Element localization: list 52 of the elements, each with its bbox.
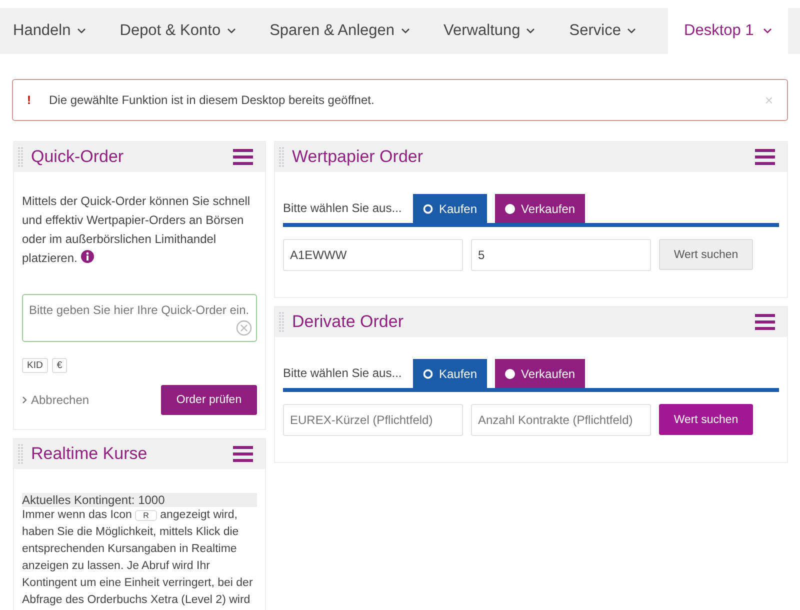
alert-message: Die gewählte Funktion ist in diesem Desktop bereits geöffnet. (49, 93, 376, 107)
info-icon[interactable] (80, 250, 94, 263)
chevron-icon (400, 28, 410, 34)
tag-label[interactable]: KID (22, 358, 48, 373)
order-type-tab[interactable]: Kaufen (413, 194, 488, 223)
radio-icon (423, 204, 433, 214)
search-button[interactable]: Wert suchen (659, 404, 753, 435)
menu-icon[interactable] (233, 149, 253, 165)
quota-text: Aktuelles Kontingent: 1000 (22, 493, 257, 507)
check-order-button[interactable]: Order prüfen (161, 385, 257, 415)
panel-title: Quick-Order (31, 147, 125, 167)
chevron-icon (626, 28, 636, 34)
info-text: Immer wenn das Icon R angezeigt wird, haben Sie die Möglichkeit, mittels Klick die entsprechenden Kursangaben in Realtime anzeigen zu lassen. Je Abruf wird Ihr Kontingent um eine Einheit verringert, bei der Abfrage des Orderbuchs Xetra (Level 2) wird (22, 508, 254, 608)
panel-title: Realtime Kurse (31, 444, 148, 464)
chevron-icon (226, 28, 236, 34)
input-field[interactable]: A1EWWW (283, 239, 463, 271)
nav-item[interactable]: Service (556, 8, 649, 54)
order-type-tab[interactable]: Verkaufen (495, 359, 586, 388)
cancel-link[interactable]: Abbrechen (22, 393, 90, 407)
order-type-tab[interactable]: Kaufen (413, 359, 488, 388)
nav-item[interactable]: Sparen & Anlegen (256, 8, 423, 54)
input-field[interactable]: 5 (471, 239, 651, 271)
chevron-icon (76, 28, 86, 34)
panel-title: Wertpapier Order (292, 147, 424, 167)
radio-icon (505, 204, 516, 214)
panel-title: Derivate Order (292, 312, 404, 332)
chevron-icon (763, 28, 772, 34)
input-field[interactable]: EUREX-Kürzel (Pflichtfeld) (283, 404, 463, 436)
description-text: Mittels der Quick-Order können Sie schnell und effektiv Wertpapier-Orders an Börsen oder im außerbörslichen Limithandel platzieren. (22, 193, 252, 267)
nav-item[interactable]: Verwaltung (430, 8, 548, 54)
drag-handle-icon[interactable] (18, 443, 23, 465)
input-field[interactable]: Anzahl Kontrakte (Pflichtfeld) (471, 404, 651, 436)
nav-item[interactable]: Desktop 1 (668, 8, 788, 54)
nav-item[interactable]: Handeln (0, 8, 99, 54)
chevron-icon (526, 28, 536, 34)
chevron-icon (22, 396, 27, 404)
prompt-text: Bitte wählen Sie aus... (283, 366, 403, 382)
prompt-text: Bitte wählen Sie aus... (283, 201, 403, 217)
menu-icon[interactable] (755, 314, 775, 330)
tag-label[interactable]: € (52, 358, 68, 373)
menu-icon[interactable] (233, 446, 253, 462)
drag-handle-icon[interactable] (279, 311, 284, 333)
quick-order-input[interactable]: Bitte geben Sie hier Ihre Quick-Order ein. (22, 294, 257, 342)
radio-icon (505, 368, 516, 378)
radio-icon (423, 368, 433, 378)
alert-icon: ! (27, 93, 49, 107)
drag-handle-icon[interactable] (279, 146, 284, 168)
menu-icon[interactable] (755, 149, 775, 165)
drag-handle-icon[interactable] (18, 146, 23, 168)
nav-item[interactable]: Depot & Konto (106, 8, 249, 54)
order-type-tab[interactable]: Verkaufen (495, 194, 586, 223)
realtime-badge: R (135, 510, 157, 521)
